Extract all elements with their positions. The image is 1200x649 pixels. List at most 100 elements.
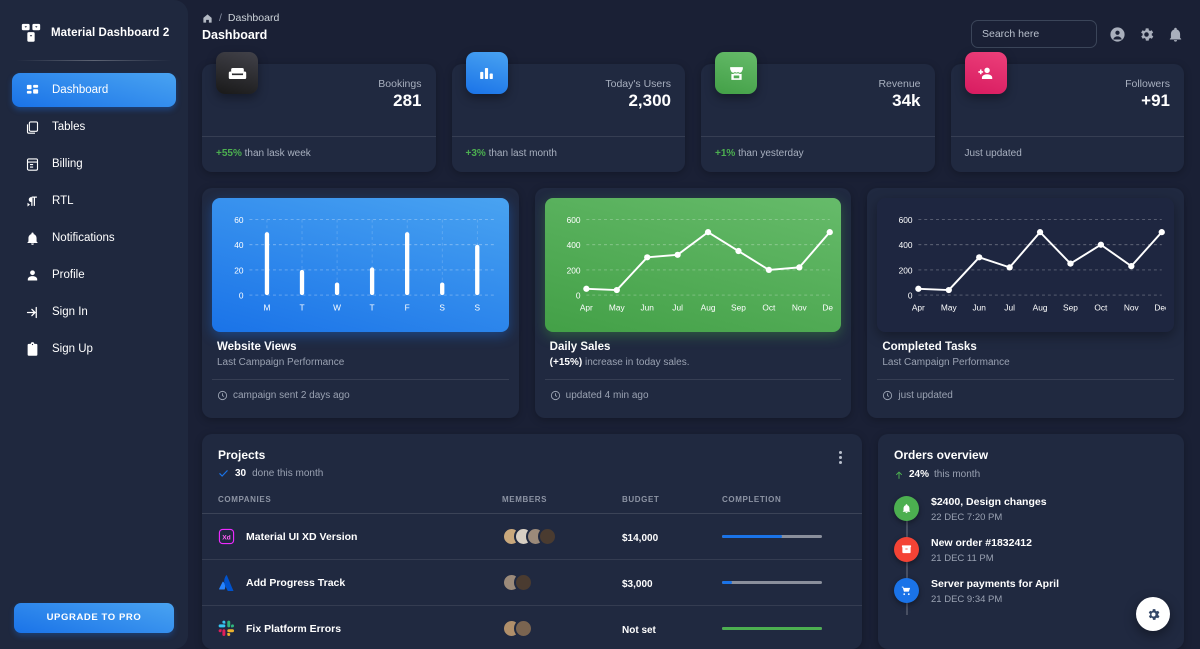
sidebar-nav: Dashboard Tables Billing RTL Notificatio… [0, 73, 188, 366]
stat-delta-text: than last month [488, 148, 557, 159]
sidebar-item-label: Billing [52, 158, 83, 170]
svg-text:Dec: Dec [822, 304, 833, 313]
signup-icon [24, 341, 40, 357]
svg-text:Dec: Dec [1155, 304, 1166, 313]
progress-bar [722, 581, 822, 584]
svg-text:Jun: Jun [640, 304, 654, 313]
login-icon [24, 304, 40, 320]
svg-text:Sep: Sep [1063, 304, 1078, 313]
sidebar-item-sign-up[interactable]: Sign Up [12, 332, 176, 366]
topbar-actions [971, 12, 1184, 48]
home-icon[interactable] [202, 13, 213, 24]
stat-card-todays-users[interactable]: Today's Users 2,300 +3% than last month [451, 52, 685, 172]
member-avatars [502, 619, 622, 638]
projects-subtitle: 30 done this month [218, 468, 323, 479]
timeline-item-time: 21 DEC 11 PM [931, 553, 994, 564]
sidebar-item-label: Sign Up [52, 343, 93, 355]
project-budget-cell: $14,000 [622, 513, 722, 560]
upgrade-to-pro-button[interactable]: UPGRADE TO PRO [14, 603, 174, 633]
sidebar-item-tables[interactable]: Tables [12, 110, 176, 144]
sidebar-item-label: Tables [52, 121, 86, 133]
page-title: Dashboard [202, 28, 268, 42]
bell-icon [24, 230, 40, 246]
breadcrumb-current[interactable]: Dashboard [228, 12, 279, 24]
search-input[interactable] [971, 20, 1097, 48]
svg-text:M: M [263, 304, 270, 313]
gear-icon[interactable] [1138, 26, 1155, 43]
timeline-item[interactable]: Server payments for April 21 DEC 9:34 PM [894, 578, 1168, 605]
avatar[interactable] [538, 527, 557, 546]
svg-text:Jul: Jul [1005, 304, 1016, 313]
stat-card-revenue[interactable]: Revenue 34k +1% than yesterday [701, 52, 935, 172]
bell-icon[interactable] [1167, 26, 1184, 43]
sidebar-item-billing[interactable]: Billing [12, 147, 176, 181]
stat-footer: Just updated [965, 137, 1171, 159]
chart-footer: just updated [882, 380, 1169, 401]
project-name: Add Progress Track [246, 576, 346, 589]
avatar[interactable] [514, 573, 533, 592]
progress-bar [722, 627, 822, 630]
sidebar-item-notifications[interactable]: Notifications [12, 221, 176, 255]
timeline-item-title: New order #1832412 [931, 537, 1032, 549]
sidebar-item-profile[interactable]: Profile [12, 258, 176, 292]
project-budget: $14,000 [622, 532, 659, 544]
sidebar-item-rtl[interactable]: RTL [12, 184, 176, 218]
table-header-row: COMPANIES MEMBERS BUDGET COMPLETION [202, 495, 862, 514]
sidebar-item-label: Profile [52, 269, 85, 281]
sidebar-item-label: Notifications [52, 232, 115, 244]
settings-fab-button[interactable] [1136, 597, 1170, 631]
breadcrumb-area: / Dashboard Dashboard [202, 12, 279, 42]
charts-row: 0 20 40 60 M T W T F S S Website Views Last Campai… [202, 188, 1185, 418]
chart-footer-text: just updated [898, 390, 953, 401]
stat-delta: +3% [465, 148, 486, 159]
weekend-icon [216, 52, 258, 94]
completed-tasks-chart: 0 200 400 600 Apr May Jun Jul Aug Sep Oct Nov Dec [877, 198, 1175, 332]
stat-card-followers[interactable]: Followers +91 Just updated [950, 52, 1184, 172]
stat-delta-text: Just updated [964, 148, 1022, 159]
breadcrumb-separator: / [219, 12, 222, 24]
brand[interactable]: Material Dashboard 2 [0, 16, 188, 44]
tables-icon [24, 119, 40, 135]
atlassian-icon [218, 574, 235, 591]
project-members-cell [502, 605, 622, 649]
sidebar-item-sign-in[interactable]: Sign In [12, 295, 176, 329]
table-row[interactable]: Add Progress Track $3,000 [202, 559, 862, 606]
stat-value: 34k [892, 91, 921, 110]
clock-icon [882, 390, 893, 401]
chart-subtitle: Last Campaign Performance [882, 357, 1010, 368]
svg-text:400: 400 [566, 241, 580, 250]
column-header-members: MEMBERS [502, 495, 548, 504]
timeline-item-title: $2400, Design changes [931, 496, 1047, 508]
stat-value: 2,300 [628, 91, 671, 110]
orders-card: Orders overview 24% this month $2400, De… [878, 434, 1184, 649]
sidebar-divider [16, 60, 172, 61]
project-company-cell: Fix Platform Errors [202, 605, 502, 649]
stat-card-bookings[interactable]: Bookings 281 +55% than lask week [202, 52, 436, 172]
daily-sales-chart: 0 200 400 600 Apr May Jun Jul Aug Sep Oct Nov Dec [544, 198, 842, 332]
timeline-item[interactable]: New order #1832412 21 DEC 11 PM [894, 537, 1168, 564]
account-icon[interactable] [1109, 26, 1126, 43]
table-row[interactable]: Xd Material UI XD Version $14,000 [202, 513, 862, 560]
timeline-item[interactable]: $2400, Design changes 22 DEC 7:20 PM [894, 496, 1168, 523]
arrow-up-icon [894, 470, 904, 480]
project-budget: $3,000 [622, 578, 653, 590]
svg-text:0: 0 [239, 292, 244, 301]
stat-label: Revenue [878, 78, 921, 90]
xd-icon: Xd [218, 528, 235, 545]
avatar[interactable] [514, 619, 533, 638]
progress-bar-fill [722, 581, 732, 584]
dashboard-app: Material Dashboard 2 Dashboard Tables Bi… [0, 0, 1200, 649]
svg-text:T: T [299, 304, 304, 313]
projects-menu-button[interactable] [835, 448, 846, 467]
svg-text:Jul: Jul [672, 304, 683, 313]
svg-text:400: 400 [899, 241, 913, 250]
svg-text:40: 40 [234, 241, 244, 250]
sidebar-item-dashboard[interactable]: Dashboard [12, 73, 176, 107]
chart-title: Completed Tasks [882, 341, 977, 353]
table-row[interactable]: Fix Platform Errors Not set [202, 605, 862, 649]
timeline-item-title: Server payments for April [931, 578, 1059, 590]
breadcrumb: / Dashboard [202, 12, 279, 24]
svg-text:Apr: Apr [912, 304, 925, 313]
dashboard-icon [24, 82, 40, 98]
upgrade-section: UPGRADE TO PRO [0, 603, 188, 649]
